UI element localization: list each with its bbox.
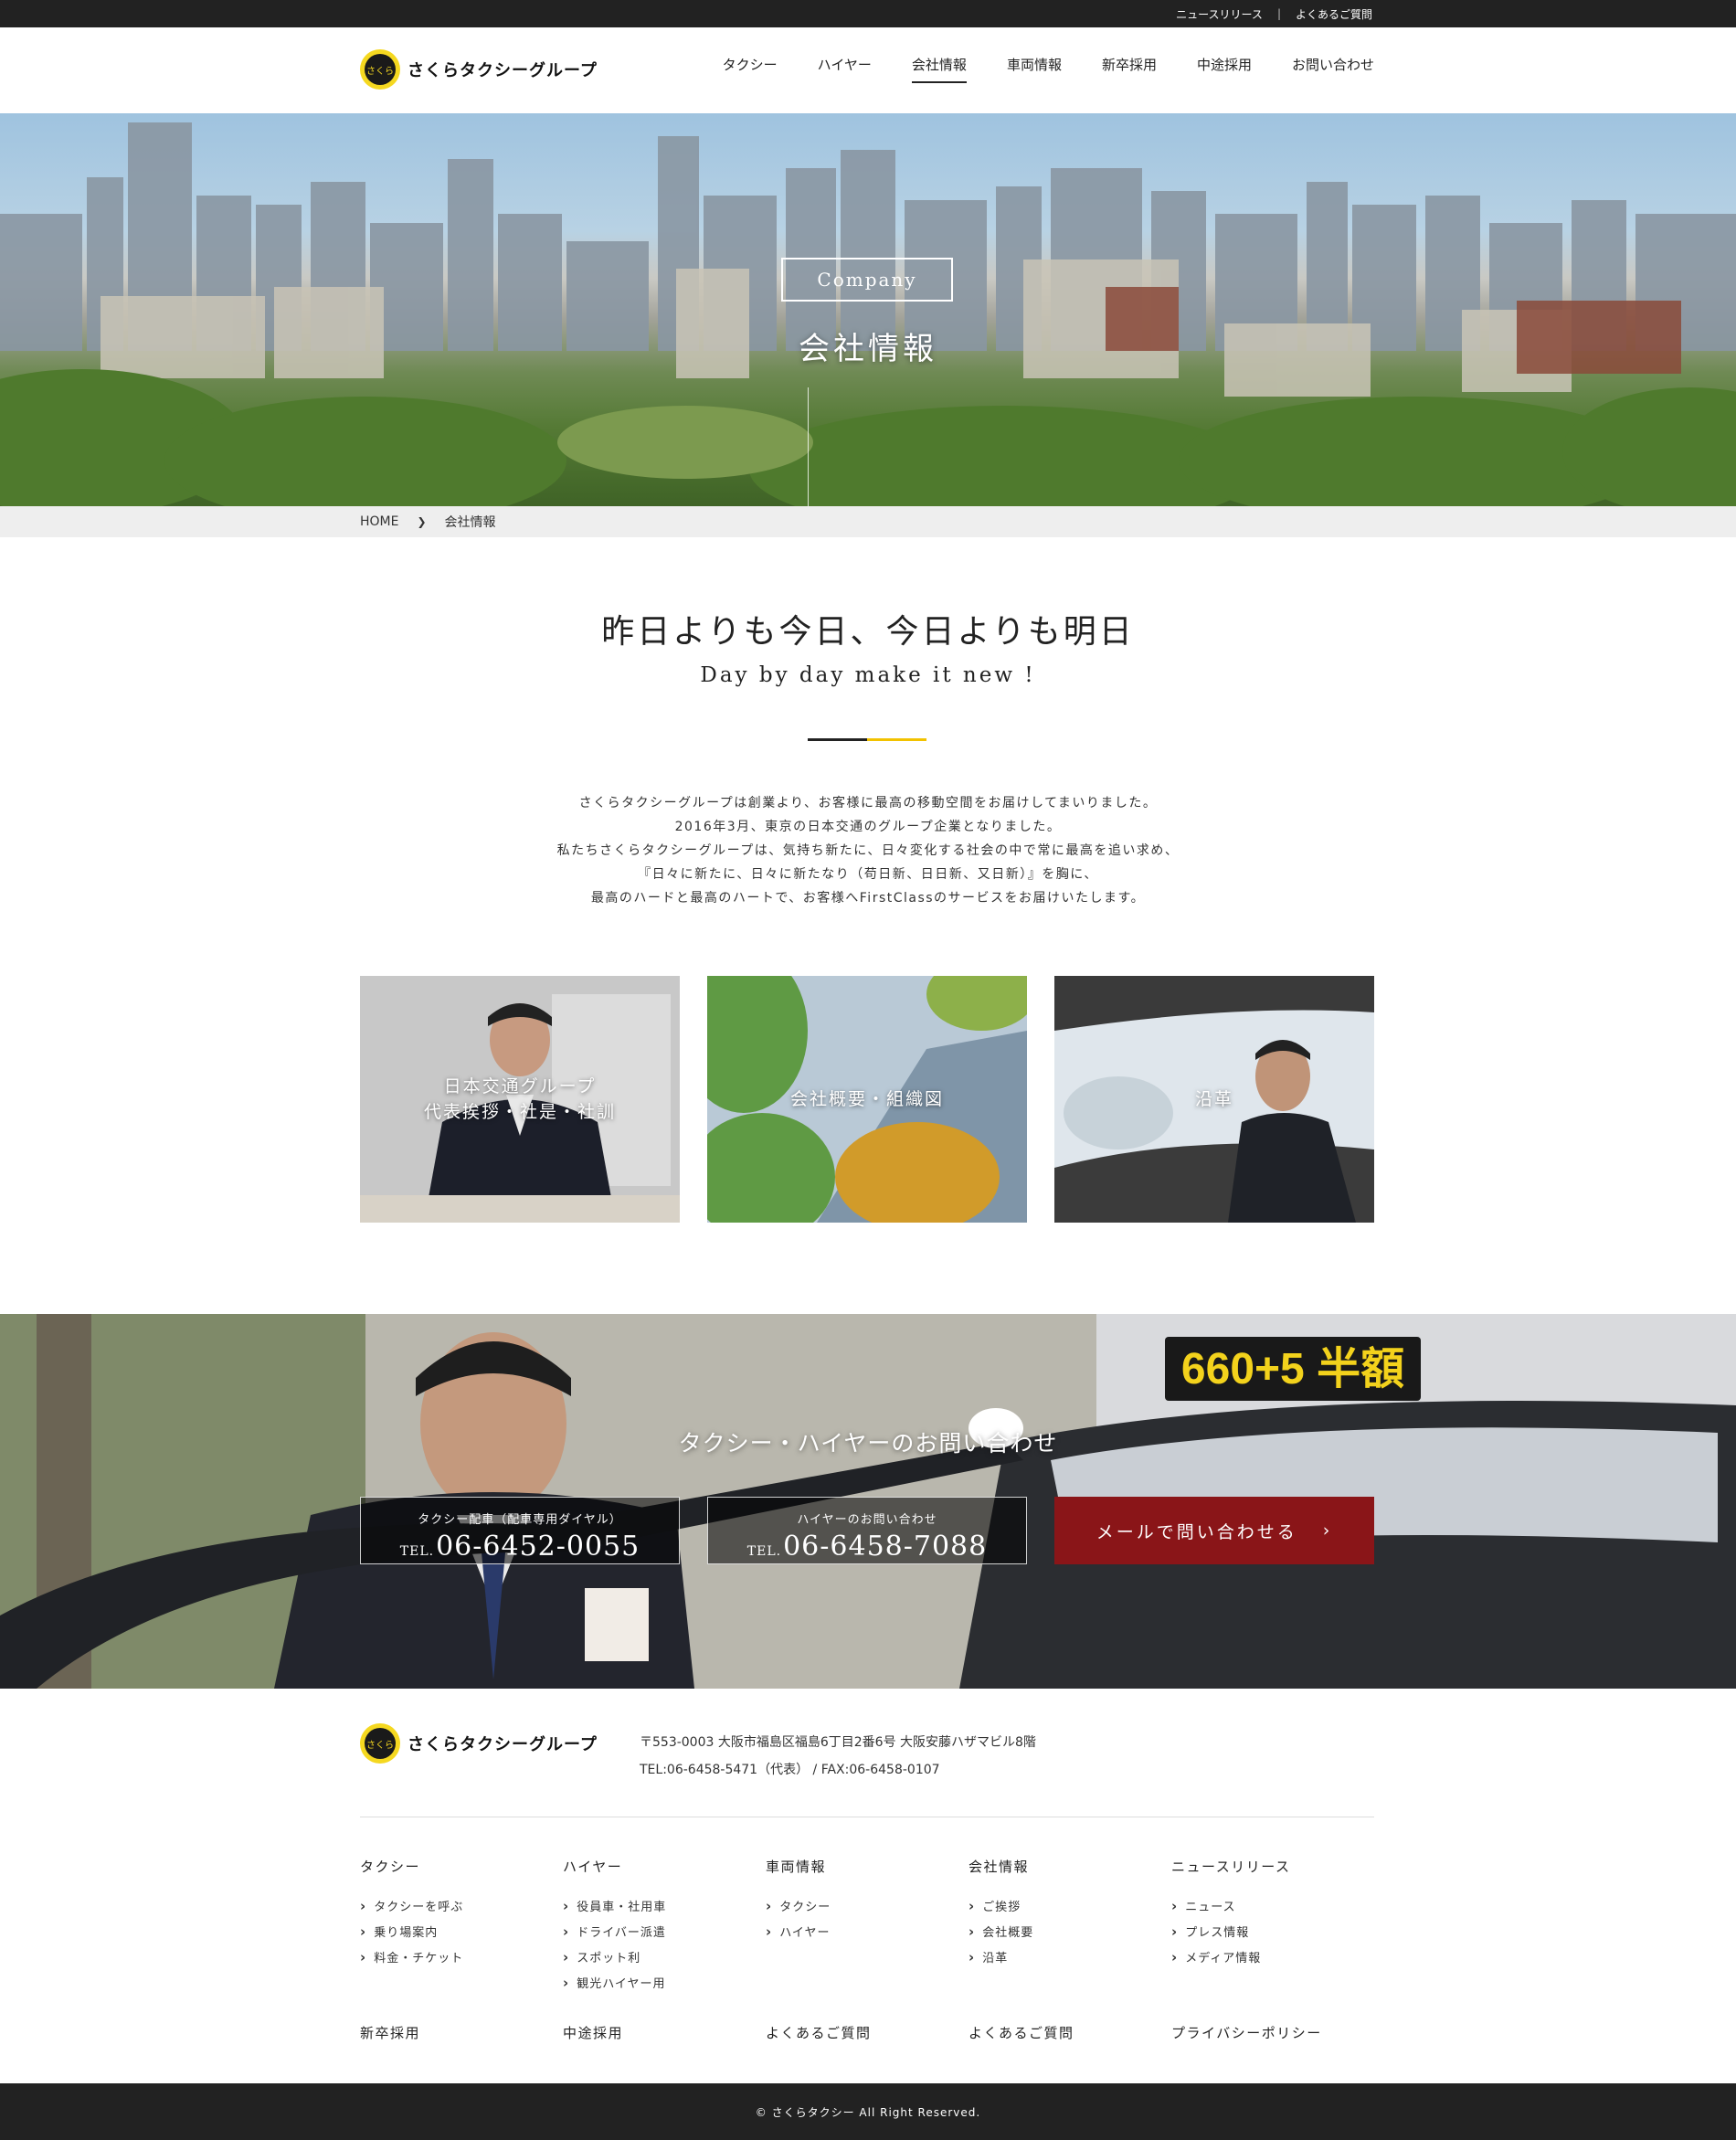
copyright-text: © さくらタクシー All Right Reserved. xyxy=(755,2105,981,2119)
sakura-logo-icon: さくら xyxy=(360,1723,400,1764)
intro-body: さくらタクシーグループは創業より、お客様に最高の移動空間をお届けしてまいりました… xyxy=(0,791,1736,910)
news-release-link[interactable]: ニュースリリース xyxy=(1176,6,1263,22)
footer-col-vehicles: 車両情報 タクシー ハイヤー xyxy=(766,1857,948,1945)
intro-line: 最高のハードと最高のハートで、お客様へFirstClassのサービスをお届けいた… xyxy=(590,891,1146,906)
top-link-separator: | xyxy=(1276,7,1281,20)
footer-col-hire: ハイヤー 役員車・社用車 ドライバー派遣 スポット利 観光ハイヤー用 xyxy=(563,1857,746,1997)
global-nav: タクシー ハイヤー 会社情報 車両情報 新卒採用 中途採用 お問い合わせ xyxy=(723,55,1374,83)
nav-item-new-grad[interactable]: 新卒採用 xyxy=(1102,55,1157,83)
footer-logo[interactable]: さくら さくらタクシーグループ xyxy=(360,1723,598,1764)
tel-prefix: TEL. xyxy=(399,1544,435,1559)
footer-tel-fax: TEL:06-6458-5471（代表） / FAX:06-6458-0107 xyxy=(640,1763,940,1777)
top-utility-bar: ニュースリリース | よくあるご質問 xyxy=(0,0,1736,27)
card-history-label: 沿革 xyxy=(1194,1089,1233,1109)
footer-address-block: 〒553-0003 大阪市福島区福島6丁目2番6号 大阪安藤ハザマビル8階 TE… xyxy=(640,1729,1036,1784)
footer-col-heading[interactable]: 会社情報 xyxy=(969,1857,1151,1876)
chevron-right-icon: ❯ xyxy=(417,515,427,528)
footer-address: 〒553-0003 大阪市福島区福島6丁目2番6号 大阪安藤ハザマビル8階 xyxy=(640,1735,1036,1750)
mail-inquiry-button[interactable]: メールで問い合わせる › xyxy=(1054,1497,1374,1564)
tel-prefix: TEL. xyxy=(746,1544,782,1559)
footer-col-heading[interactable]: ニュースリリース xyxy=(1171,1857,1354,1876)
footer-link[interactable]: スポット利 xyxy=(563,1945,746,1971)
footer-link-mid-career[interactable]: 中途採用 xyxy=(563,2023,623,2042)
nav-item-vehicles[interactable]: 車両情報 xyxy=(1007,55,1062,83)
intro-line: 私たちさくらタクシーグループは、気持ち新たに、日々変化する社会の中で常に最高を追… xyxy=(556,843,1180,858)
site-logo[interactable]: さくら さくらタクシーグループ xyxy=(360,49,598,90)
footer-link-faq[interactable]: よくあるご質問 xyxy=(766,2023,872,2042)
footer-link[interactable]: ご挨拶 xyxy=(969,1894,1151,1920)
footer-link-privacy[interactable]: プライバシーポリシー xyxy=(1171,2023,1322,2042)
copyright-bar: © さくらタクシー All Right Reserved. xyxy=(0,2083,1736,2140)
card-company-overview[interactable]: 会社概要・組織図 xyxy=(707,976,1027,1223)
hire-phone-number: 06-6458-7088 xyxy=(783,1531,988,1563)
taxi-dispatch-caption: タクシー配車（配車専用ダイヤル） xyxy=(418,1513,622,1527)
footer-link[interactable]: プレス情報 xyxy=(1171,1920,1354,1945)
footer-link[interactable]: タクシーを呼ぶ xyxy=(360,1894,543,1920)
intro-line: 2016年3月、東京の日本交通のグループ企業となりました。 xyxy=(674,820,1062,834)
footer-link[interactable]: メディア情報 xyxy=(1171,1945,1354,1971)
footer-col-heading[interactable]: ハイヤー xyxy=(563,1857,746,1876)
logo-mark-text: さくら xyxy=(365,1728,396,1759)
sakura-logo-icon: さくら xyxy=(360,49,400,90)
footer-link[interactable]: 乗り場案内 xyxy=(360,1920,543,1945)
site-header: さくら さくらタクシーグループ タクシー ハイヤー 会社情報 車両情報 新卒採用… xyxy=(0,27,1736,113)
nav-item-taxi[interactable]: タクシー xyxy=(723,55,778,83)
hero-banner: Company 会社情報 xyxy=(0,113,1736,506)
taxi-phone-number: 06-6452-0055 xyxy=(436,1531,640,1563)
taxi-rooftop-sign: 660+5 半額 xyxy=(1181,1345,1404,1393)
top-utility-links: ニュースリリース | よくあるご質問 xyxy=(1176,0,1372,27)
nav-item-company[interactable]: 会社情報 xyxy=(911,55,967,83)
contact-section: 660+5 半額 タクシー・ハイヤーのお問い合わせ タクシー配車（配車専用ダイヤ… xyxy=(0,1314,1736,1689)
hero-title: 会社情報 xyxy=(799,331,937,367)
footer-link[interactable]: 会社概要 xyxy=(969,1920,1151,1945)
card-greeting-label: 日本交通グループ 代表挨拶・社是・社訓 xyxy=(423,1076,616,1122)
brand-name: さくらタクシーグループ xyxy=(408,61,598,80)
card-company-overview-label: 会社概要・組織図 xyxy=(789,1089,944,1109)
intro-divider xyxy=(808,738,926,741)
footer-col-taxi: タクシー タクシーを呼ぶ 乗り場案内 料金・チケット xyxy=(360,1857,543,1971)
logo-mark-text: さくら xyxy=(365,54,396,85)
footer-link[interactable]: ドライバー派遣 xyxy=(563,1920,746,1945)
hire-inquiry-caption: ハイヤーのお問い合わせ xyxy=(797,1513,937,1527)
footer-link[interactable]: ニュース xyxy=(1171,1894,1354,1920)
mail-inquiry-label: メールで問い合わせる xyxy=(1096,1521,1297,1542)
hire-inquiry-tel[interactable]: ハイヤーのお問い合わせ TEL.06-6458-7088 xyxy=(707,1497,1027,1564)
taxi-dispatch-number: TEL.06-6452-0055 xyxy=(361,1531,679,1563)
hero-subtitle: Company xyxy=(781,258,953,302)
nav-item-contact[interactable]: お問い合わせ xyxy=(1292,55,1374,83)
footer-col-news: ニュースリリース ニュース プレス情報 メディア情報 xyxy=(1171,1857,1354,1971)
footer-link[interactable]: タクシー xyxy=(766,1894,948,1920)
intro-line: さくらタクシーグループは創業より、お客様に最高の移動空間をお届けしてまいりました… xyxy=(578,796,1158,810)
nav-item-mid-career[interactable]: 中途採用 xyxy=(1197,55,1252,83)
footer-link-faq[interactable]: よくあるご質問 xyxy=(969,2023,1074,2042)
footer-link[interactable]: 観光ハイヤー用 xyxy=(563,1971,746,1997)
hire-inquiry-number: TEL.06-6458-7088 xyxy=(708,1531,1026,1563)
footer-brand-name: さくらタクシーグループ xyxy=(408,1735,598,1754)
chevron-right-icon: › xyxy=(1322,1520,1333,1541)
faq-link[interactable]: よくあるご質問 xyxy=(1296,6,1372,22)
footer-col-heading[interactable]: 車両情報 xyxy=(766,1857,948,1876)
footer-col-heading[interactable]: タクシー xyxy=(360,1857,543,1876)
taxi-dispatch-tel[interactable]: タクシー配車（配車専用ダイヤル） TEL.06-6452-0055 xyxy=(360,1497,680,1564)
footer-col-company: 会社情報 ご挨拶 会社概要 沿革 xyxy=(969,1857,1151,1971)
breadcrumb-home[interactable]: HOME xyxy=(360,514,398,529)
hero-divider-line xyxy=(808,387,809,506)
breadcrumb: HOME ❯ 会社情報 xyxy=(0,506,1736,537)
city-skyline-image xyxy=(0,122,1736,506)
nav-item-hire[interactable]: ハイヤー xyxy=(818,55,872,83)
footer-link[interactable]: 役員車・社用車 xyxy=(563,1894,746,1920)
intro-heading-jp: 昨日よりも今日、今日よりも明日 xyxy=(601,613,1135,651)
footer-link[interactable]: 料金・チケット xyxy=(360,1945,543,1971)
contact-title: タクシー・ハイヤーのお問い合わせ xyxy=(678,1430,1058,1457)
breadcrumb-current: 会社情報 xyxy=(444,515,496,530)
card-greeting[interactable]: 日本交通グループ 代表挨拶・社是・社訓 xyxy=(360,976,680,1223)
footer-link[interactable]: 沿革 xyxy=(969,1945,1151,1971)
card-history[interactable]: 沿革 xyxy=(1054,976,1374,1223)
intro-heading-en: Day by day make it new ! xyxy=(700,663,1036,687)
footer-link[interactable]: ハイヤー xyxy=(766,1920,948,1945)
intro-line: 『日々に新たに、日々に新たなり（苟日新、日日新、又日新）』を胸に、 xyxy=(638,867,1098,882)
footer-link-new-grad[interactable]: 新卒採用 xyxy=(360,2023,420,2042)
